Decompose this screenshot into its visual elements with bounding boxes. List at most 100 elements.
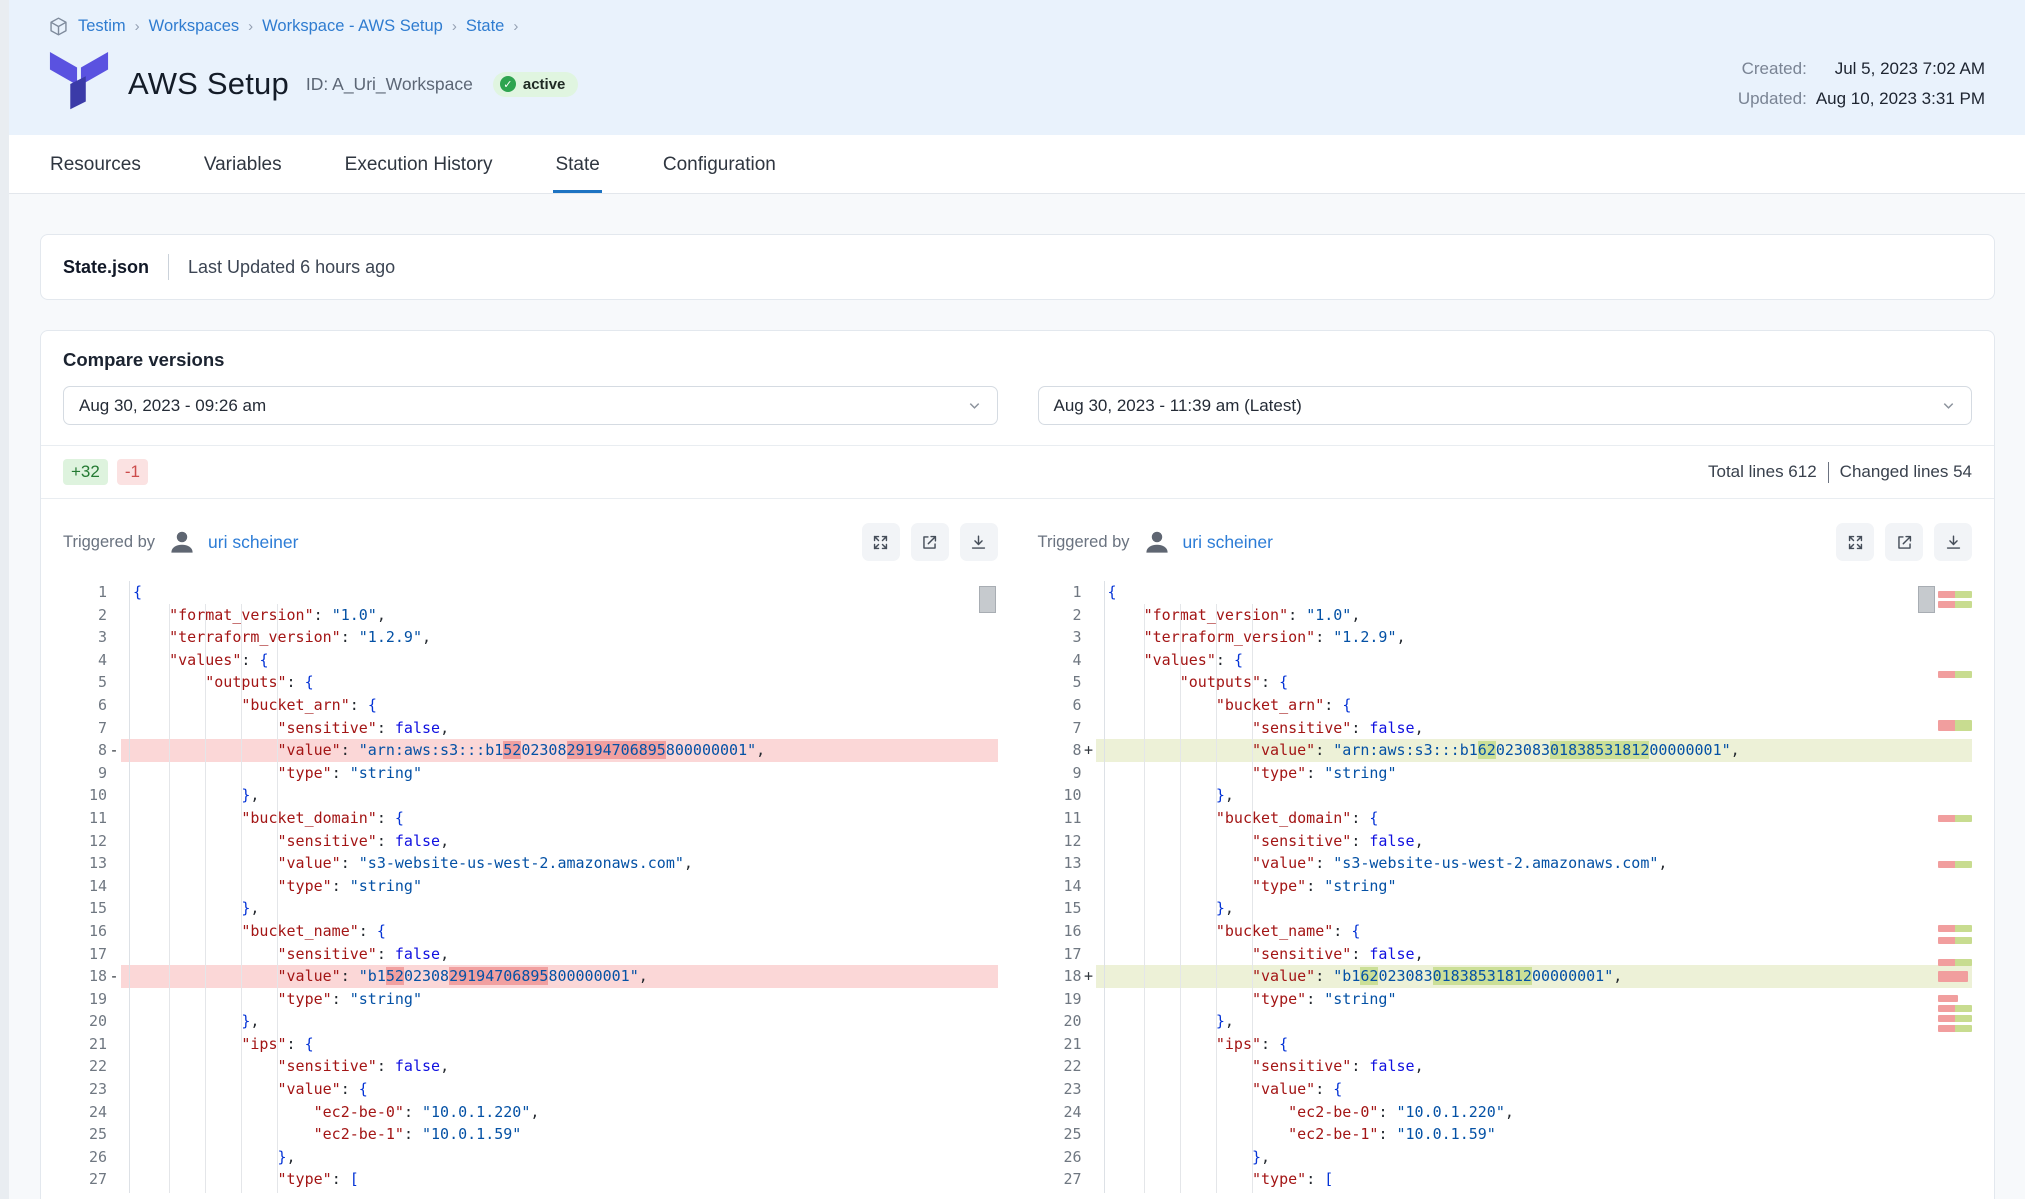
line-number-value: 26	[1038, 1146, 1082, 1169]
line-number: 2	[1038, 604, 1096, 627]
version-select-right[interactable]: Aug 30, 2023 - 11:39 am (Latest)	[1038, 386, 1973, 425]
diff-sign-empty	[107, 694, 121, 717]
line-number-value: 5	[63, 671, 107, 694]
scrollbar-thumb[interactable]	[1918, 586, 1935, 613]
diff-sign-empty	[1082, 807, 1096, 830]
line-number-value: 21	[1038, 1033, 1082, 1056]
line-number-value: 26	[63, 1146, 107, 1169]
line-number-value: 15	[63, 897, 107, 920]
diff-ribbon-mark	[1938, 815, 1972, 822]
diff-removed-sign: -	[107, 965, 121, 988]
line-number: 22	[63, 1055, 121, 1078]
diff-sign-empty	[1082, 649, 1096, 672]
open-external-button[interactable]	[911, 523, 949, 561]
line-number-value: 11	[63, 807, 107, 830]
tab-configuration[interactable]: Configuration	[661, 135, 778, 193]
scrollbar-thumb[interactable]	[979, 586, 996, 613]
code-line: 7 "sensitive": false,	[1038, 717, 1973, 740]
breadcrumb-link[interactable]: Workspace - AWS Setup	[262, 17, 443, 36]
code-line: 19 "type": "string"	[63, 988, 998, 1011]
diff-sign-empty	[107, 626, 121, 649]
code-line-content: },	[1096, 1010, 1973, 1033]
breadcrumb: Testim›Workspaces›Workspace - AWS Setup›…	[48, 16, 1985, 37]
code-line: 11 "bucket_domain": {	[1038, 807, 1973, 830]
tab-variables[interactable]: Variables	[202, 135, 284, 193]
line-number-value: 10	[63, 784, 107, 807]
code-line-content: "outputs": {	[121, 671, 998, 694]
page-edge	[0, 0, 9, 1199]
version-select-left[interactable]: Aug 30, 2023 - 09:26 am	[63, 386, 998, 425]
diff-added-sign: +	[1082, 739, 1096, 762]
code-line-content: "terraform_version": "1.2.9",	[1096, 626, 1973, 649]
diff-sign-empty	[1082, 604, 1096, 627]
line-number-value: 19	[1038, 988, 1082, 1011]
diff-ribbon-mark	[1938, 861, 1972, 868]
updated-value: Aug 10, 2023 3:31 PM	[1816, 89, 1985, 109]
line-number-value: 20	[63, 1010, 107, 1033]
tab-resources[interactable]: Resources	[48, 135, 143, 193]
divider	[1828, 462, 1829, 483]
code-line: 16 "bucket_name": {	[1038, 920, 1973, 943]
fullscreen-button[interactable]	[1836, 523, 1874, 561]
line-number: 26	[1038, 1146, 1096, 1169]
open-external-button[interactable]	[1885, 523, 1923, 561]
line-number: 13	[63, 852, 121, 875]
triggered-by-user-link[interactable]: uri scheiner	[1183, 532, 1273, 553]
diff-sign-empty	[1082, 1033, 1096, 1056]
line-number: 15	[1038, 897, 1096, 920]
check-circle-icon: ✓	[500, 76, 516, 92]
breadcrumb-items: Testim›Workspaces›Workspace - AWS Setup›…	[78, 17, 527, 36]
code-line: 2 "format_version": "1.0",	[1038, 604, 1973, 627]
triggered-by-user-link[interactable]: uri scheiner	[208, 532, 298, 553]
line-number: 2	[63, 604, 121, 627]
diff-ribbon-mark	[1938, 925, 1972, 932]
line-number-value: 24	[1038, 1101, 1082, 1124]
line-number-value: 8	[63, 739, 107, 762]
breadcrumb-link[interactable]: Workspaces	[149, 17, 239, 36]
tab-execution-history[interactable]: Execution History	[343, 135, 495, 193]
code-line-content: "ec2-be-1": "10.0.1.59"	[1096, 1123, 1973, 1146]
divider	[168, 254, 169, 280]
code-line: 3 "terraform_version": "1.2.9",	[63, 626, 998, 649]
diff-overview-ribbon	[1938, 581, 1972, 1193]
code-line: 24 "ec2-be-0": "10.0.1.220",	[1038, 1101, 1973, 1124]
code-line-content: "type": [	[121, 1168, 998, 1191]
download-button[interactable]	[1934, 523, 1972, 561]
code-line: 2 "format_version": "1.0",	[63, 604, 998, 627]
diff-sign-empty	[1082, 1123, 1096, 1146]
download-button[interactable]	[960, 523, 998, 561]
line-number: 1	[63, 581, 121, 604]
main-content: State.json Last Updated 6 hours ago Comp…	[0, 234, 2025, 1199]
code-line-content: },	[121, 784, 998, 807]
breadcrumb-link[interactable]: Testim	[78, 17, 126, 36]
line-number: 12	[1038, 830, 1096, 853]
line-number-value: 17	[63, 943, 107, 966]
code-line-content: "value": "b1620230830183853181200000001"…	[1096, 965, 1973, 988]
code-line-content: },	[1096, 897, 1973, 920]
diff-sign-empty	[107, 807, 121, 830]
breadcrumb-link[interactable]: State	[466, 17, 505, 36]
diff-sign-empty	[107, 1055, 121, 1078]
code-line-content: {	[1096, 581, 1973, 604]
line-number: 3	[63, 626, 121, 649]
code-line: 21 "ips": {	[63, 1033, 998, 1056]
diff-sign-empty	[107, 581, 121, 604]
code-line-content: "ips": {	[1096, 1033, 1973, 1056]
tab-state[interactable]: State	[553, 135, 601, 193]
code-line: 13 "value": "s3-website-us-west-2.amazon…	[63, 852, 998, 875]
file-name: State.json	[63, 257, 149, 278]
code-line-content: "sensitive": false,	[1096, 1055, 1973, 1078]
diff-sign-empty	[107, 988, 121, 1011]
fullscreen-button[interactable]	[862, 523, 900, 561]
line-number-value: 9	[63, 762, 107, 785]
chevron-down-icon	[1941, 398, 1956, 413]
line-number-value: 27	[1038, 1168, 1082, 1191]
line-number-value: 9	[1038, 762, 1082, 785]
line-number-value: 14	[1038, 875, 1082, 898]
line-number: 19	[63, 988, 121, 1011]
diff-sign-empty	[1082, 830, 1096, 853]
diff-sign-empty	[107, 1078, 121, 1101]
code-line-content: "bucket_domain": {	[1096, 807, 1973, 830]
code-line-content: "sensitive": false,	[1096, 830, 1973, 853]
code-line: 11 "bucket_domain": {	[63, 807, 998, 830]
